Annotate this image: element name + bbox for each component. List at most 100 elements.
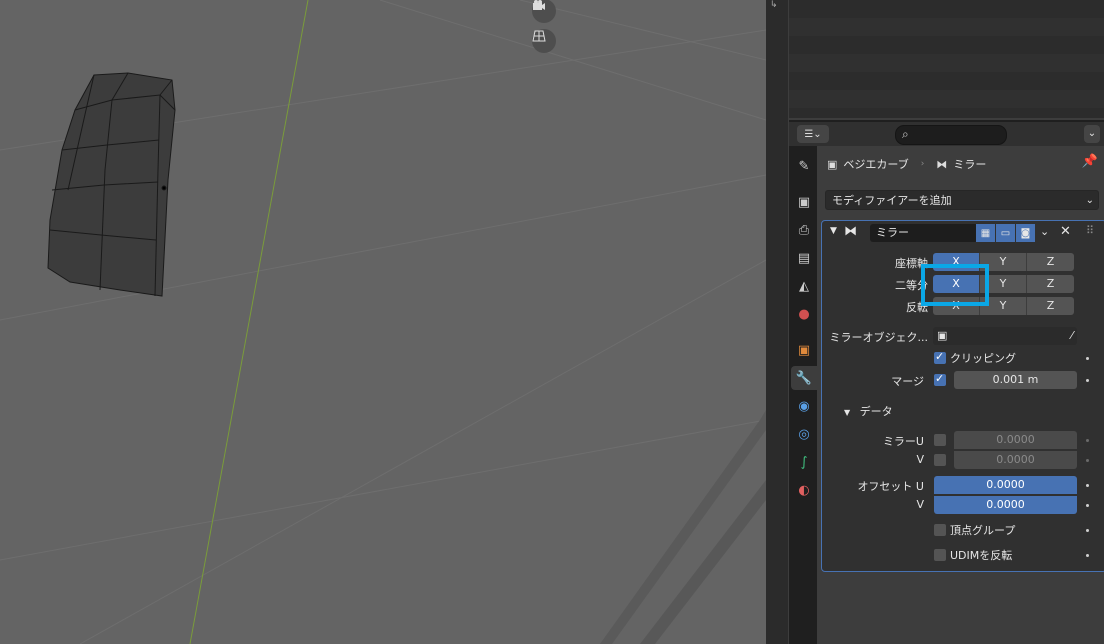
udim-flip-checkbox[interactable] (934, 549, 946, 561)
material-icon: ◐ (798, 482, 810, 498)
mirror-u-field[interactable]: 0.0000 (954, 431, 1077, 449)
mirror-v-field[interactable]: 0.0000 (954, 451, 1077, 469)
flip-z-button[interactable]: Z (1027, 297, 1074, 315)
offset-u-field[interactable]: 0.0000 (934, 476, 1077, 494)
viewport-toggle[interactable]: ▭ (996, 224, 1015, 242)
mirror-u-label: ミラーU (882, 435, 924, 448)
curve-data-icon: ∫ (800, 454, 808, 470)
object-icon: ▣ (797, 342, 811, 358)
mirror-v-checkbox[interactable] (934, 454, 946, 466)
keyframe-dot-icon[interactable] (1086, 357, 1089, 360)
tab-material[interactable]: ◐ (791, 478, 817, 502)
keyframe-dot-icon[interactable] (1086, 554, 1089, 557)
eyedropper-icon[interactable]: ⁄ (1071, 327, 1073, 345)
search-icon: ⌕ (902, 127, 909, 141)
physics-icon: ◎ (798, 426, 810, 442)
curve-object-icon: ▣ (827, 157, 838, 171)
chevron-down-icon[interactable]: ⌄ (1040, 225, 1049, 238)
highlight-box (921, 264, 989, 306)
drag-handle-icon[interactable]: ⠿ (1086, 224, 1094, 237)
clipping-label: クリッピング (950, 352, 1016, 365)
tab-render[interactable]: ▣ (791, 190, 817, 214)
bisect-z-button[interactable]: Z (1027, 275, 1074, 293)
viewport-canvas (0, 0, 766, 644)
tab-object[interactable]: ▣ (791, 338, 817, 362)
camera-icon: ◙ (1020, 227, 1031, 239)
udim-flip-label: UDIMを反転 (950, 549, 1013, 562)
editor-type-button[interactable]: ☰ ⌄ (797, 125, 829, 143)
bisect-label: 二等分 (895, 279, 928, 292)
clipping-checkbox[interactable] (934, 350, 946, 364)
header-options-dropdown[interactable]: ⌄ (1084, 125, 1100, 143)
offset-u-label: オフセット U (857, 480, 924, 493)
keyframe-dot-icon[interactable] (1086, 504, 1089, 507)
mirror-object-field[interactable]: ▣ ⁄ (933, 327, 1077, 345)
tool-icon: ✎ (798, 158, 810, 174)
mirror-modifier-icon: ⧓ (844, 224, 857, 239)
mirror-v-label: V (916, 453, 924, 466)
world-icon: ● (798, 306, 810, 322)
properties-editor-icon: ☰ (804, 128, 814, 140)
perspective-toggle-button[interactable] (532, 29, 556, 53)
keyframe-dot-icon[interactable] (1086, 379, 1089, 382)
scene-icon: ◭ (799, 278, 809, 294)
keyframe-dot-icon[interactable] (1086, 529, 1089, 532)
breadcrumb: ▣ ベジエカーブ › ⧓ ミラー (827, 156, 986, 172)
chevron-down-icon: ⌄ (1087, 128, 1097, 139)
axis-z-button[interactable]: Z (1027, 253, 1074, 271)
edit-mode-icon: ▦ (980, 227, 991, 239)
vertex-groups-checkbox[interactable] (934, 524, 946, 536)
data-section-label: データ (859, 405, 893, 418)
modifier-header: ▼ ⧓ ミラー ▦ ▭ ◙ ⌄ ✕ ⠿ (822, 221, 1104, 245)
modifier-name-field[interactable]: ミラー (870, 224, 978, 242)
add-modifier-button[interactable]: モディファイアーを追加 ⌄ (825, 190, 1099, 210)
tab-physics[interactable]: ◎ (791, 422, 817, 446)
close-icon[interactable]: ✕ (1060, 224, 1071, 239)
breadcrumb-object: ベジエカーブ (843, 158, 909, 171)
keyframe-dot-icon[interactable] (1086, 484, 1089, 487)
offset-v-label: V (916, 498, 924, 511)
keyframe-dot-icon[interactable] (1086, 459, 1089, 462)
collapse-arrow-icon: ▼ (844, 408, 851, 417)
offset-v-field[interactable]: 0.0000 (934, 496, 1077, 514)
grid-icon (532, 30, 546, 42)
camera-icon (533, 0, 545, 10)
printer-icon: ⎙ (798, 222, 810, 238)
tab-data[interactable]: ∫ (791, 450, 817, 474)
mirror-u-checkbox[interactable] (934, 434, 946, 446)
tab-world[interactable]: ● (791, 302, 817, 326)
tab-particles[interactable]: ◉ (791, 394, 817, 418)
edit-mode-toggle[interactable]: ▦ (976, 224, 995, 242)
search-input[interactable]: ⌕ (895, 125, 1007, 145)
monitor-icon: ▭ (1000, 227, 1011, 239)
add-modifier-label: モディファイアーを追加 (832, 194, 952, 207)
tab-view-layer[interactable]: ▤ (791, 246, 817, 270)
render-toggle[interactable]: ◙ (1016, 224, 1035, 242)
tab-output[interactable]: ⎙ (791, 218, 817, 242)
breadcrumb-modifier: ミラー (953, 158, 987, 171)
3d-viewport[interactable] (0, 0, 766, 644)
keyframe-dot-icon[interactable] (1086, 439, 1089, 442)
object-icon: ▣ (937, 329, 948, 342)
image-icon: ▤ (797, 250, 811, 266)
area-divider[interactable]: ↳ (766, 0, 788, 644)
outliner[interactable] (789, 0, 1104, 118)
tab-modifiers[interactable]: 🔧 (791, 366, 817, 390)
chevron-down-icon: ⌄ (813, 128, 822, 140)
axis-label: 座標軸 (895, 257, 928, 270)
properties-panel: ▣ ベジエカーブ › ⧓ ミラー 📌 モディファイアーを追加 ⌄ ▼ ⧓ ミラー… (817, 146, 1104, 644)
chevron-down-icon: ⌄ (1085, 195, 1094, 206)
bezier-mesh-object[interactable] (47, 72, 176, 297)
collapse-arrow-icon[interactable]: ▼ (830, 226, 837, 236)
tab-tool[interactable]: ✎ (791, 154, 817, 178)
pin-icon[interactable]: 📌 (1082, 154, 1098, 169)
merge-label: マージ (891, 375, 924, 388)
tab-scene[interactable]: ◭ (791, 274, 817, 298)
camera-view-button[interactable] (532, 0, 556, 23)
properties-tab-bar: ✎ ▣ ⎙ ▤ ◭ ● ▣ 🔧 ◉ ◎ ∫ ◐ (789, 146, 817, 644)
flip-label: 反転 (906, 301, 928, 314)
merge-checkbox[interactable] (934, 372, 946, 386)
merge-distance-field[interactable]: 0.001 m (954, 371, 1077, 389)
mirror-modifier-icon: ⧓ (936, 157, 948, 171)
data-section-header[interactable]: ▼ データ (844, 403, 893, 419)
